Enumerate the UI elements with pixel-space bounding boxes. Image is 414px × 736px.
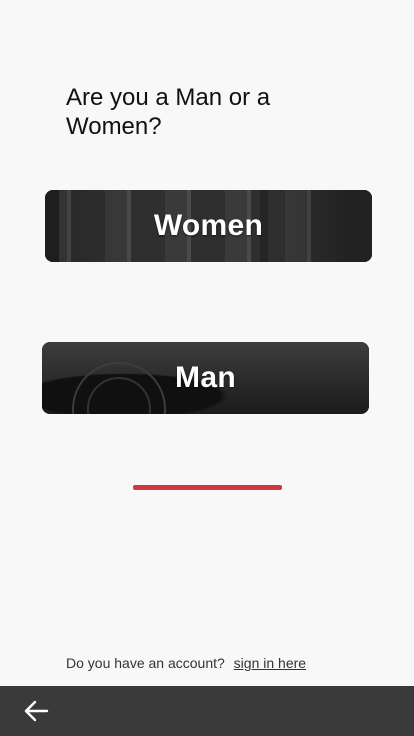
- women-choice-button[interactable]: Women: [45, 190, 372, 262]
- sign-in-link[interactable]: sign in here: [234, 655, 306, 671]
- arrow-left-icon: [24, 700, 49, 722]
- footer-signin: Do you have an account? sign in here: [66, 655, 306, 671]
- account-prompt: Do you have an account?: [66, 655, 225, 671]
- gender-question: Are you a Man or a Women?: [66, 84, 271, 140]
- back-button[interactable]: [18, 696, 54, 726]
- bottom-navigation-bar: [0, 686, 414, 736]
- women-choice-label: Women: [153, 209, 264, 242]
- man-choice-button[interactable]: Man: [42, 342, 369, 414]
- man-choice-label: Man: [175, 361, 236, 394]
- accent-divider: [133, 485, 282, 490]
